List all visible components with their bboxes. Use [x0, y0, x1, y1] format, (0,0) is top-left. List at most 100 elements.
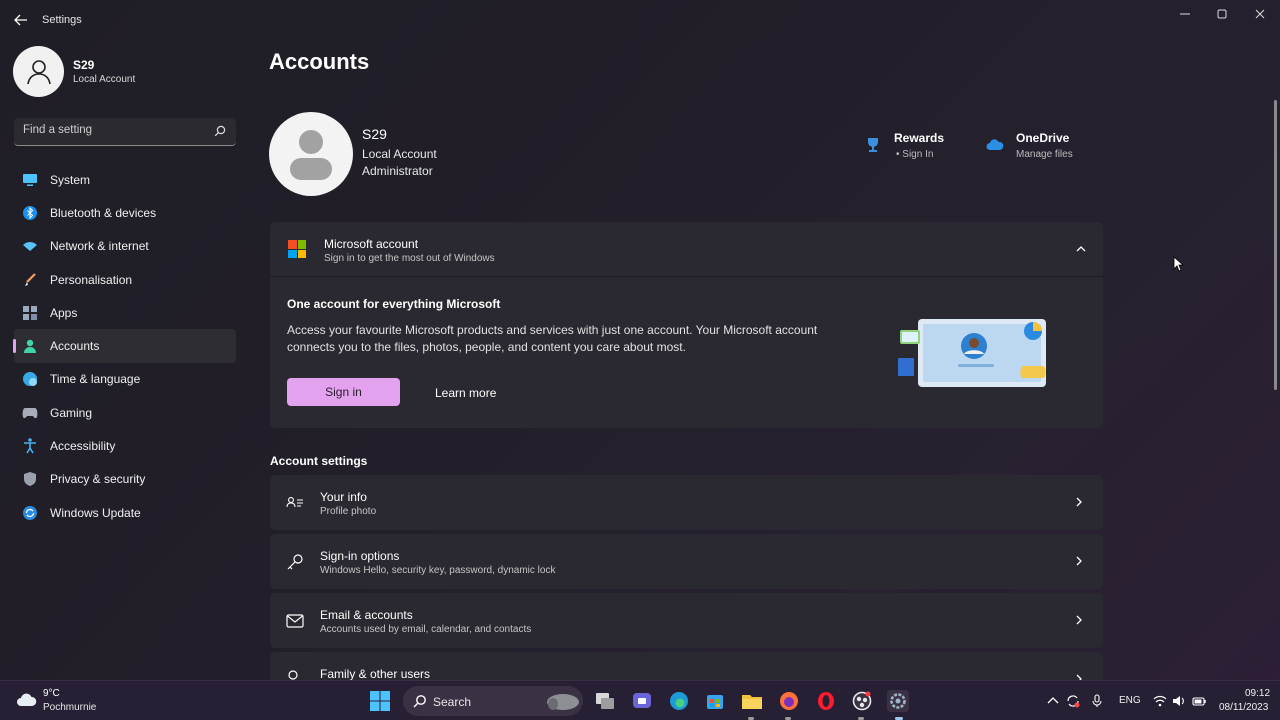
search-icon [413, 695, 426, 708]
title-bar: Settings [0, 0, 1280, 40]
firefox-icon[interactable] [778, 690, 800, 712]
wifi-tray-icon[interactable] [1153, 694, 1167, 708]
sidebar-item-time-language[interactable]: Time & language [14, 363, 236, 396]
opera-icon[interactable] [815, 690, 837, 712]
sync-icon[interactable] [1066, 694, 1080, 708]
chevron-right-icon [1076, 497, 1082, 507]
sidebar-item-accounts[interactable]: Accounts [13, 329, 236, 363]
sidebar-item-label: Accessibility [50, 439, 116, 454]
accessibility-icon [22, 438, 38, 454]
taskbar-search-label: Search [433, 695, 472, 709]
minimize-icon[interactable] [1177, 6, 1193, 22]
row-subtitle: Profile photo [320, 506, 377, 517]
wifi-icon [22, 238, 38, 254]
sign-in-options-row[interactable]: Sign-in options Windows Hello, security … [270, 534, 1103, 589]
obs-icon[interactable] [851, 690, 873, 712]
shield-icon [22, 471, 38, 487]
settings-app-icon[interactable] [887, 690, 909, 712]
taskbar-search[interactable]: Search [403, 686, 583, 716]
search-field[interactable] [14, 118, 236, 146]
battery-icon[interactable] [1192, 694, 1206, 708]
close-icon[interactable] [1252, 6, 1268, 22]
contact-card-icon [286, 497, 303, 508]
weather-temperature[interactable]: 9°C [43, 688, 60, 699]
sidebar-item-label: Time & language [50, 372, 141, 387]
update-icon [22, 505, 38, 521]
email-accounts-row[interactable]: Email & accounts Accounts used by email,… [270, 593, 1103, 648]
clock-date[interactable]: 08/11/2023 [1219, 702, 1268, 713]
sidebar-item-apps[interactable]: Apps [14, 296, 236, 329]
row-subtitle: Windows Hello, security key, password, d… [320, 565, 556, 576]
sidebar-item-personalisation[interactable]: Personalisation [14, 263, 236, 296]
search-icon[interactable] [214, 125, 226, 137]
task-view-icon[interactable] [594, 690, 616, 712]
edge-browser-icon[interactable] [668, 690, 690, 712]
promo-description: Access your favourite Microsoft products… [287, 323, 818, 354]
microsoft-account-card: Microsoft account Sign in to get the mos… [270, 222, 1103, 428]
clock-time[interactable]: 09:12 [1245, 688, 1270, 699]
teams-chat-icon[interactable] [631, 690, 653, 712]
bluetooth-icon [22, 205, 38, 221]
your-info-row[interactable]: Your info Profile photo [270, 475, 1103, 530]
sign-in-button[interactable]: Sign in [287, 378, 400, 406]
account-role: Administrator [362, 164, 433, 178]
microsoft-account-subtitle: Sign in to get the most out of Windows [324, 253, 495, 264]
store-icon[interactable] [704, 690, 726, 712]
row-title: Email & accounts [320, 608, 413, 622]
volume-icon[interactable] [1172, 694, 1186, 708]
account-type: Local Account [362, 147, 437, 161]
sidebar-item-label: Privacy & security [50, 472, 146, 487]
account-avatar[interactable] [269, 112, 353, 196]
monitor-icon [22, 172, 38, 188]
account-name: S29 [362, 126, 387, 142]
sidebar-item-label: Gaming [50, 405, 93, 420]
sidebar-item-label: System [50, 172, 91, 187]
sidebar-item-label: Network & internet [50, 239, 149, 254]
window-title: Settings [42, 14, 82, 26]
mail-icon [286, 614, 304, 628]
rewards-subtitle: • Sign In [896, 149, 934, 160]
account-settings-heading: Account settings [270, 454, 368, 468]
sidebar-item-gaming[interactable]: Gaming [14, 396, 236, 429]
sidebar-item-privacy[interactable]: Privacy & security [14, 463, 236, 496]
file-explorer-icon[interactable] [741, 690, 763, 712]
microphone-icon[interactable] [1090, 694, 1104, 708]
cloud-weather-icon[interactable] [16, 690, 38, 710]
chevron-up-icon[interactable] [1075, 243, 1087, 255]
learn-more-link[interactable]: Learn more [435, 386, 496, 400]
onedrive-title: OneDrive [1016, 131, 1070, 145]
microsoft-account-header[interactable]: Microsoft account Sign in to get the mos… [270, 222, 1103, 277]
sidebar-item-label: Bluetooth & devices [50, 205, 157, 220]
start-button[interactable] [369, 690, 391, 712]
sidebar-item-bluetooth[interactable]: Bluetooth & devices [14, 196, 236, 229]
avatar[interactable] [13, 46, 64, 97]
language-indicator[interactable]: ENG [1119, 695, 1141, 706]
sidebar-item-accessibility[interactable]: Accessibility [14, 429, 236, 462]
chevron-right-icon [1076, 615, 1082, 625]
restore-icon[interactable] [1214, 6, 1230, 22]
user-icon [26, 59, 51, 84]
sidebar-item-label: Personalisation [50, 272, 133, 287]
microsoft-logo-icon [288, 240, 306, 258]
key-icon [287, 554, 303, 570]
profile-account-type: Local Account [73, 74, 136, 85]
weather-description[interactable]: Pochmurnie [43, 702, 96, 713]
sidebar-item-windows-update[interactable]: Windows Update [14, 496, 236, 529]
chevron-right-icon [1076, 556, 1082, 566]
scrollbar[interactable] [1274, 100, 1277, 390]
mouse-cursor-icon [1173, 256, 1185, 272]
microsoft-account-title: Microsoft account [324, 237, 419, 251]
sidebar-item-label: Apps [50, 305, 78, 320]
search-input[interactable] [23, 124, 208, 136]
sidebar-item-system[interactable]: System [14, 163, 236, 196]
gamepad-icon [22, 405, 38, 421]
taskbar: 9°C Pochmurnie Search ENG 09:12 08/11/20… [0, 680, 1280, 720]
back-arrow-icon[interactable] [12, 11, 30, 29]
row-title: Your info [320, 490, 367, 504]
row-title: Sign-in options [320, 549, 400, 563]
family-icon [288, 670, 298, 680]
family-users-row[interactable]: Family & other users [270, 652, 1103, 680]
sidebar-item-network[interactable]: Network & internet [14, 230, 236, 263]
page-title: Accounts [269, 49, 370, 74]
chevron-up-tray-icon[interactable] [1046, 694, 1060, 708]
